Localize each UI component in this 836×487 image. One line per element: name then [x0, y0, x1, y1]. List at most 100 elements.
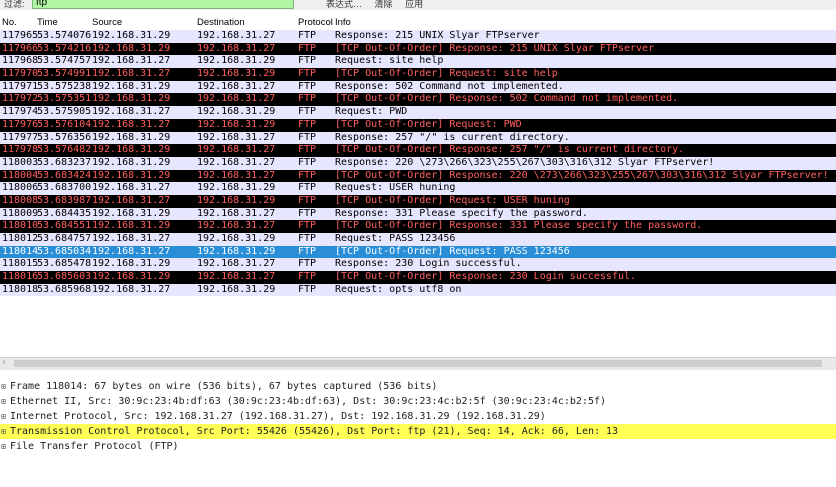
packet-protocol: FTP [298, 233, 317, 244]
packet-info: Request: PASS 123456 [335, 233, 456, 244]
filter-label: 过滤: [4, 0, 25, 9]
column-header-protocol[interactable]: Protocol [298, 17, 333, 28]
packet-info: [TCP Out-Of-Order] Request: site help [335, 68, 558, 80]
detail-text: File Transfer Protocol (FTP) [10, 441, 179, 452]
column-header-time[interactable]: Time [37, 17, 58, 28]
packet-protocol: FTP [298, 30, 317, 41]
detail-tree-item[interactable]: ⊞ Transmission Control Protocol, Src Port… [0, 424, 836, 439]
packet-time: 53.683700 [37, 182, 92, 194]
packet-time: 53.575238 [37, 80, 92, 92]
packet-destination: 192.168.31.29 [197, 245, 276, 257]
packet-destination: 192.168.31.27 [197, 131, 276, 143]
packet-no: 118010 [2, 220, 39, 232]
packet-no: 118016 [2, 271, 39, 283]
packet-protocol: FTP [298, 283, 317, 295]
expand-plus-icon[interactable]: ⊞ [1, 394, 6, 409]
detail-tree-item[interactable]: ⊞ Internet Protocol, Src: 192.168.31.27 (… [0, 409, 836, 424]
expand-plus-icon[interactable]: ⊞ [1, 409, 6, 424]
horizontal-scrollbar[interactable]: ‹ [0, 357, 836, 370]
detail-text: Internet Protocol, Src: 192.168.31.27 (1… [10, 411, 546, 422]
packet-list[interactable]: 117965 53.574076 192.168.31.29 192.168.31.2… [0, 30, 836, 356]
packet-protocol: FTP [298, 220, 317, 232]
packet-destination: 192.168.31.27 [197, 93, 276, 105]
packet-protocol: FTP [298, 93, 317, 105]
packet-info: [TCP Out-Of-Order] Response: 220 \273\26… [335, 169, 829, 181]
packet-row[interactable]: 118018 53.685968 192.168.31.27 192.168.31.2… [0, 283, 836, 297]
packet-no: 118018 [2, 283, 39, 295]
scrollbar-thumb[interactable] [14, 360, 822, 367]
packet-row[interactable]: 117972 53.575351 192.168.31.29 192.168.31.2… [0, 93, 836, 107]
packet-time: 53.684757 [37, 233, 92, 244]
packet-row[interactable]: 117965 53.574076 192.168.31.29 192.168.31.2… [0, 30, 836, 43]
packet-info: Response: 230 Login successful. [335, 258, 522, 270]
packet-row[interactable]: 118008 53.683987 192.168.31.27 192.168.31.2… [0, 194, 836, 208]
packet-row[interactable]: 118006 53.683700 192.168.31.27 192.168.31.2… [0, 182, 836, 195]
column-header-source[interactable]: Source [92, 17, 122, 28]
packet-row[interactable]: 118004 53.683424 192.168.31.29 192.168.31.2… [0, 169, 836, 183]
packet-no: 117971 [2, 80, 39, 92]
clear-button[interactable]: 清除 [375, 0, 393, 9]
packet-protocol: FTP [298, 271, 317, 283]
expression-button[interactable]: 表达式… [326, 0, 362, 9]
packet-time: 53.574991 [37, 68, 92, 80]
packet-row[interactable]: 118015 53.685478 192.168.31.29 192.168.31.2… [0, 258, 836, 272]
packet-row[interactable]: 118010 53.684551 192.168.31.29 192.168.31.2… [0, 220, 836, 233]
packet-protocol: FTP [298, 131, 317, 143]
packet-protocol: FTP [298, 68, 317, 80]
packet-no: 117977 [2, 131, 39, 143]
column-header-no[interactable]: No. [2, 17, 17, 28]
expand-plus-icon[interactable]: ⊞ [1, 379, 6, 394]
detail-tree-item[interactable]: ⊞ Ethernet II, Src: 30:9c:23:4b:df:63 (30… [0, 394, 836, 409]
packet-no: 117968 [2, 55, 39, 67]
packet-info: Response: 215 UNIX Slyar FTPserver [335, 30, 540, 41]
packet-row[interactable]: 118016 53.685603 192.168.31.29 192.168.31.2… [0, 271, 836, 284]
packet-protocol: FTP [298, 106, 317, 118]
packet-protocol: FTP [298, 144, 317, 156]
apply-button[interactable]: 应用 [405, 0, 423, 9]
packet-protocol: FTP [298, 207, 317, 219]
packet-protocol: FTP [298, 80, 317, 92]
packet-row[interactable]: 117976 53.576104 192.168.31.27 192.168.31.2… [0, 118, 836, 132]
packet-source: 192.168.31.27 [92, 118, 171, 130]
expand-plus-icon[interactable]: ⊞ [1, 439, 6, 454]
packet-no: 118009 [2, 207, 39, 219]
packet-time: 53.685603 [37, 271, 92, 283]
packet-destination: 192.168.31.29 [197, 118, 276, 130]
packet-row[interactable]: 117977 53.576356 192.168.31.29 192.168.31.2… [0, 131, 836, 145]
detail-tree-item[interactable]: ⊞ File Transfer Protocol (FTP) [0, 439, 836, 454]
packet-destination: 192.168.31.27 [197, 144, 276, 156]
packet-row[interactable]: 117968 53.574757 192.168.31.27 192.168.31.2… [0, 55, 836, 69]
scroll-left-arrow-icon[interactable]: ‹ [2, 357, 6, 368]
packet-protocol: FTP [298, 245, 317, 257]
expand-plus-icon[interactable]: ⊞ [1, 424, 6, 439]
packet-time: 53.574757 [37, 55, 92, 67]
packet-row[interactable]: 118012 53.684757 192.168.31.27 192.168.31.2… [0, 233, 836, 246]
packet-protocol: FTP [298, 182, 317, 194]
packet-row[interactable]: 117970 53.574991 192.168.31.27 192.168.31.2… [0, 68, 836, 81]
packet-source: 192.168.31.27 [92, 55, 171, 67]
detail-text: Ethernet II, Src: 30:9c:23:4b:df:63 (30:… [10, 396, 607, 407]
packet-row[interactable]: 117966 53.574216 192.168.31.29 192.168.31.2… [0, 42, 836, 56]
packet-row[interactable]: 118014 53.685034 192.168.31.27 192.168.31.2… [0, 245, 836, 259]
column-header-destination[interactable]: Destination [197, 17, 245, 28]
packet-source: 192.168.31.27 [92, 106, 171, 118]
packet-row[interactable]: 118009 53.684435 192.168.31.29 192.168.31.2… [0, 207, 836, 221]
packet-row[interactable]: 117974 53.575905 192.168.31.27 192.168.31.2… [0, 106, 836, 119]
packet-no: 118015 [2, 258, 39, 270]
packet-source: 192.168.31.29 [92, 271, 171, 283]
packet-info: Response: 331 Please specify the passwor… [335, 207, 588, 219]
packet-row[interactable]: 117971 53.575238 192.168.31.29 192.168.31.2… [0, 80, 836, 94]
packet-info: Response: 257 "/" is current directory. [335, 131, 570, 143]
detail-text: Transmission Control Protocol, Src Port:… [10, 426, 619, 437]
packet-source: 192.168.31.27 [92, 182, 171, 194]
packet-row[interactable]: 117978 53.576482 192.168.31.29 192.168.31.2… [0, 144, 836, 157]
packet-info: [TCP Out-Of-Order] Response: 257 "/" is … [335, 144, 685, 156]
column-header-info[interactable]: Info [335, 17, 351, 28]
packet-info: [TCP Out-Of-Order] Response: 215 UNIX Sl… [335, 42, 655, 54]
packet-time: 53.685478 [37, 258, 92, 270]
packet-source: 192.168.31.29 [92, 131, 171, 143]
packet-row[interactable]: 118003 53.683237 192.168.31.29 192.168.31.2… [0, 156, 836, 170]
packet-source: 192.168.31.27 [92, 283, 171, 295]
display-filter-input[interactable] [32, 0, 294, 9]
detail-tree-item[interactable]: ⊞ Frame 118014: 67 bytes on wire (536 bit… [0, 379, 836, 394]
